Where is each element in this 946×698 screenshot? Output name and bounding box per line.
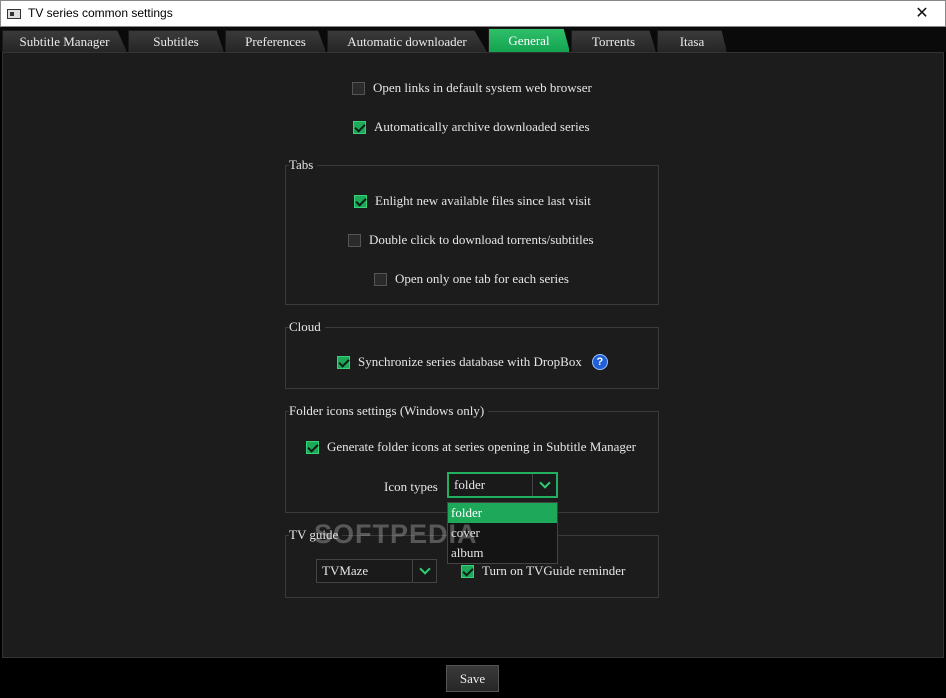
auto-archive-option[interactable]: Automatically archive downloaded series xyxy=(353,119,590,135)
generate-icons-option[interactable]: Generate folder icons at series opening … xyxy=(306,439,636,455)
sync-label: Synchronize series database with DropBox xyxy=(358,354,582,369)
reminder-label: Turn on TVGuide reminder xyxy=(482,563,626,578)
close-icon[interactable]: ✕ xyxy=(899,1,945,27)
one-tab-checkbox[interactable] xyxy=(374,272,387,286)
help-icon[interactable]: ? xyxy=(591,354,608,370)
tab-strip: Subtitle Manager Subtitles Preferences A… xyxy=(0,27,946,52)
icon-types-label: Icon types xyxy=(384,479,438,494)
open-links-option[interactable]: Open links in default system web browser xyxy=(352,80,592,96)
one-tab-option[interactable]: Open only one tab for each series xyxy=(374,271,569,287)
chevron-down-icon[interactable] xyxy=(412,560,436,582)
tab-general[interactable]: General xyxy=(488,28,570,52)
reminder-option[interactable]: Turn on TVGuide reminder xyxy=(461,563,625,579)
window-title: TV series common settings xyxy=(28,6,173,20)
icon-types-value: folder xyxy=(454,477,486,492)
generate-icons-label: Generate folder icons at series opening … xyxy=(327,439,637,454)
enlight-option[interactable]: Enlight new available files since last v… xyxy=(354,193,591,209)
tv-guide-source-select[interactable]: TVMaze xyxy=(316,559,437,583)
app-icon xyxy=(7,9,21,19)
tab-torrents[interactable]: Torrents xyxy=(571,30,656,52)
enlight-label: Enlight new available files since last v… xyxy=(375,193,591,208)
sync-checkbox[interactable] xyxy=(337,355,350,369)
title-bar: TV series common settings ✕ xyxy=(0,0,946,27)
icon-types-select[interactable]: folder xyxy=(447,472,558,498)
one-tab-label: Open only one tab for each series xyxy=(395,271,569,286)
save-button[interactable]: Save xyxy=(446,665,499,692)
enlight-checkbox[interactable] xyxy=(354,194,367,208)
double-click-label: Double click to download torrents/subtit… xyxy=(369,232,594,247)
generate-icons-checkbox[interactable] xyxy=(306,440,319,454)
auto-archive-label: Automatically archive downloaded series xyxy=(374,119,590,134)
tab-itasa[interactable]: Itasa xyxy=(657,30,727,52)
auto-archive-checkbox[interactable] xyxy=(353,120,366,134)
tv-guide-source-value: TVMaze xyxy=(322,563,369,578)
open-links-label: Open links in default system web browser xyxy=(373,80,592,95)
chevron-down-icon[interactable] xyxy=(532,474,556,496)
dropdown-option-folder[interactable]: folder xyxy=(448,503,557,523)
open-links-checkbox[interactable] xyxy=(352,81,365,95)
icon-types-dropdown: folder cover album xyxy=(447,502,558,564)
dropdown-option-cover[interactable]: cover xyxy=(448,523,557,543)
dropdown-option-album[interactable]: album xyxy=(448,543,557,563)
tab-subtitle-manager[interactable]: Subtitle Manager xyxy=(2,30,127,52)
reminder-checkbox[interactable] xyxy=(461,564,474,578)
tabs-group-title: Tabs xyxy=(289,157,318,173)
tab-preferences[interactable]: Preferences xyxy=(225,30,326,52)
tv-guide-group-title: TV guide xyxy=(289,527,343,543)
tab-automatic-downloader[interactable]: Automatic downloader xyxy=(327,30,487,52)
tab-subtitles[interactable]: Subtitles xyxy=(128,30,224,52)
double-click-checkbox[interactable] xyxy=(348,233,361,247)
sync-option[interactable]: Synchronize series database with DropBox… xyxy=(337,354,608,370)
cloud-group-title: Cloud xyxy=(289,319,325,335)
double-click-option[interactable]: Double click to download torrents/subtit… xyxy=(348,232,594,248)
folder-icons-group-title: Folder icons settings (Windows only) xyxy=(289,403,489,419)
